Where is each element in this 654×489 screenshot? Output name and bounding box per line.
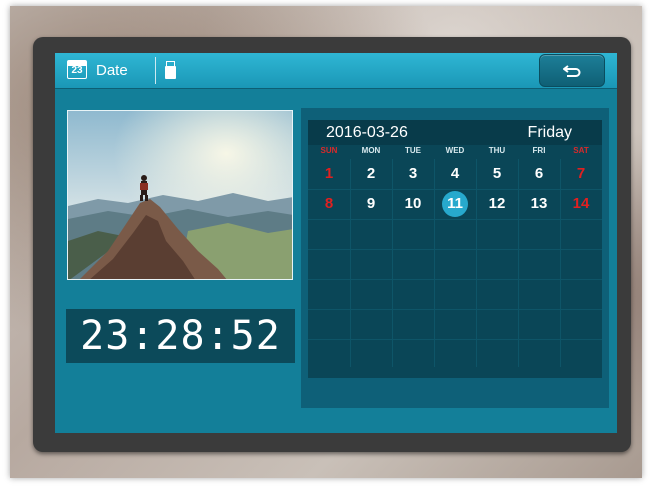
weekday-thu: THU: [488, 146, 506, 155]
day-cell[interactable]: 12: [476, 189, 518, 219]
weekday-fri: FRI: [532, 146, 546, 155]
back-arrow-icon: [563, 65, 581, 77]
calendar-grid: 1 2 3 4 5 6 7 8 9 10 11 12 13 14: [308, 159, 602, 367]
day-cell[interactable]: 10: [392, 189, 434, 219]
today-marker: 11: [442, 191, 468, 217]
day-cell-today[interactable]: 11: [434, 189, 476, 219]
photo-mountain-hiker: [67, 110, 293, 280]
day-cell[interactable]: 1: [308, 159, 350, 189]
weekday-wed: WED: [445, 146, 465, 155]
page-title: Date: [96, 62, 128, 79]
calendar-icon-day: 23: [71, 65, 83, 76]
day-cell[interactable]: 3: [392, 159, 434, 189]
day-cell[interactable]: 14: [560, 189, 602, 219]
weekday-header-row: SUN MON TUE WED THU FRI SAT: [308, 145, 602, 159]
day-cell[interactable]: 8: [308, 189, 350, 219]
divider: [155, 57, 156, 84]
day-cell[interactable]: 7: [560, 159, 602, 189]
day-cell[interactable]: 6: [518, 159, 560, 189]
day-cell[interactable]: 2: [350, 159, 392, 189]
calendar-panel: 2016-03-26 Friday SUN MON TUE WED THU FR…: [301, 108, 609, 408]
day-cell[interactable]: 5: [476, 159, 518, 189]
back-button[interactable]: [539, 54, 605, 87]
top-bar: 23 Date: [55, 53, 617, 89]
current-weekday: Friday: [527, 124, 572, 141]
day-cell[interactable]: 4: [434, 159, 476, 189]
device-screen: 23 Date 23:28:52 2016-03-26 Friday SUN M…: [55, 53, 617, 433]
weekday-tue: TUE: [405, 146, 421, 155]
weekday-sat: SAT: [573, 146, 589, 155]
weekday-mon: MON: [361, 146, 381, 155]
day-cell[interactable]: 13: [518, 189, 560, 219]
current-date: 2016-03-26: [326, 124, 408, 141]
weekday-sun: SUN: [320, 146, 338, 155]
calendar-icon: 23: [67, 60, 87, 79]
calendar-header: 2016-03-26 Friday: [308, 120, 602, 145]
digital-clock: 23:28:52: [66, 309, 295, 363]
day-cell[interactable]: 9: [350, 189, 392, 219]
calendar: 2016-03-26 Friday SUN MON TUE WED THU FR…: [308, 120, 602, 378]
usb-icon[interactable]: [165, 61, 176, 79]
